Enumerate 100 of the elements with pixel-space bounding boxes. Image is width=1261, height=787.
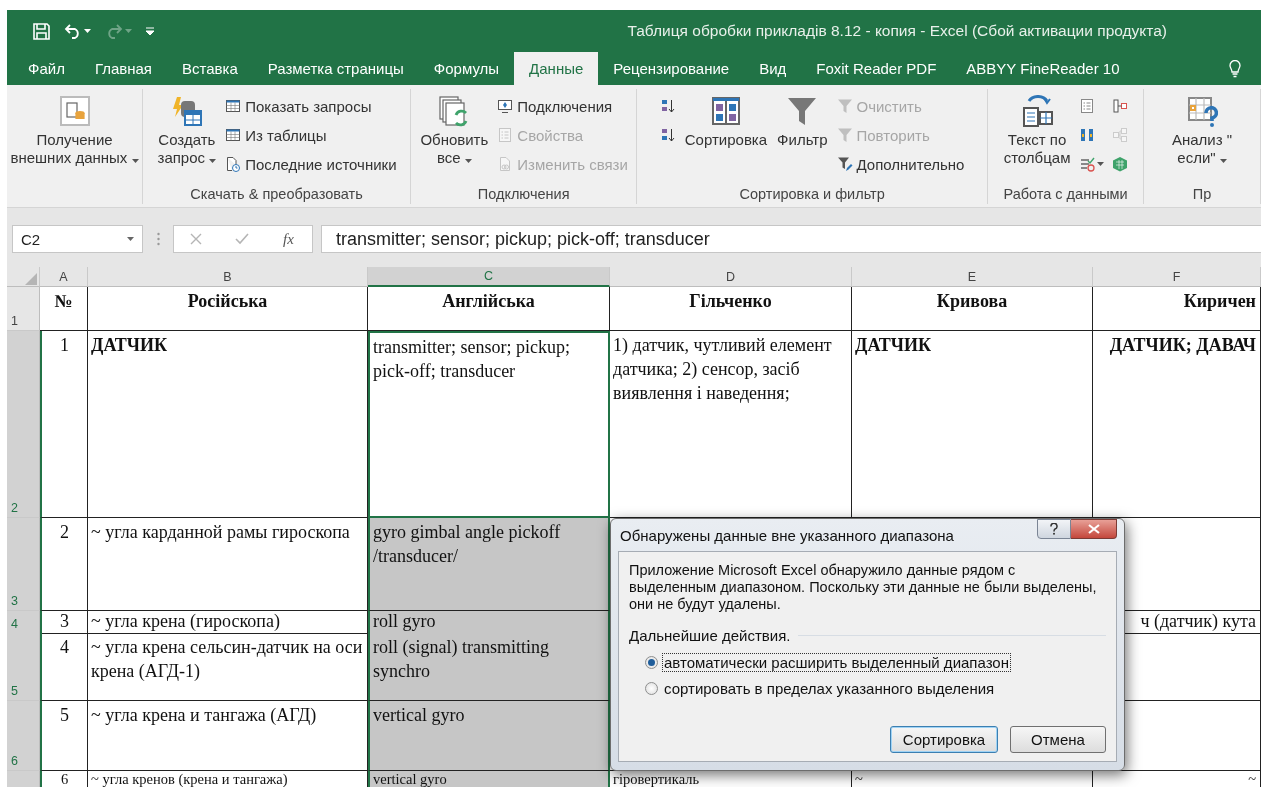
show-queries-button[interactable]: Показать запросы	[223, 93, 399, 119]
table-cell: Англійська	[368, 287, 610, 331]
table-icon	[225, 127, 242, 143]
ribbon-tab[interactable]: Формулы	[418, 52, 515, 85]
caret-icon	[125, 29, 132, 33]
filter-button[interactable]: Фильтр	[774, 93, 831, 151]
ribbon-tab[interactable]: Вставка	[167, 52, 253, 85]
group-label: Работа с данными	[1003, 186, 1128, 202]
column-header[interactable]: C	[368, 267, 610, 287]
data-model-icon	[1112, 156, 1129, 172]
caret-icon	[1097, 162, 1105, 166]
cancel-icon[interactable]	[190, 233, 203, 245]
column-header[interactable]: F	[1093, 267, 1261, 287]
row-header[interactable]: 3	[7, 518, 40, 611]
row-header[interactable]: 4	[7, 611, 40, 634]
ribbon-tab[interactable]: Данные	[514, 52, 599, 85]
help-button[interactable]	[1037, 519, 1071, 539]
customize-icon	[146, 26, 154, 36]
connections-button[interactable]: Подключения	[495, 93, 630, 119]
radio-button[interactable]	[645, 682, 658, 695]
ribbon-tab[interactable]: Вид	[744, 52, 802, 85]
close-button[interactable]	[1071, 519, 1117, 539]
grip-icon[interactable]	[156, 232, 160, 246]
row-header[interactable]: 6	[7, 701, 40, 771]
table-cell: roll (signal) transmitting synchro	[368, 633, 610, 701]
radio-option[interactable]: сортировать в пределах указанного выделения	[643, 678, 999, 699]
what-if-icon	[1186, 95, 1219, 127]
advanced-button[interactable]: Дополнительно	[834, 151, 967, 177]
table-cell: Киричен	[1093, 287, 1261, 331]
row-header[interactable]: 5	[7, 633, 40, 701]
table-cell: ДАТЧИК; ДАВАЧ	[1093, 331, 1261, 518]
text-to-columns-button[interactable]: Текст по столбцам	[1000, 93, 1074, 169]
sort-button[interactable]: Сортировка	[890, 726, 998, 753]
table-cell: roll gyro	[368, 611, 610, 634]
group-label: Подключения	[477, 186, 570, 202]
caret-icon	[127, 237, 134, 241]
caret-icon	[1219, 159, 1227, 163]
filter-icon	[786, 95, 819, 127]
column-header[interactable]: B	[88, 267, 368, 287]
ribbon-tab[interactable]: Файл	[13, 52, 80, 85]
table-cell: vertical gyro	[368, 701, 610, 771]
table-cell: vertical gyro	[368, 771, 610, 787]
column-header[interactable]: D	[610, 267, 852, 287]
database-icon	[58, 95, 91, 127]
table-cell: Російська	[88, 287, 368, 331]
insert-function-button[interactable]: fx	[280, 230, 296, 248]
window-title: Таблиця обробки прикладів 8.12 - копия - Excel (Сбой активации продукта)	[627, 22, 1167, 40]
ribbon-tab[interactable]: ABBYY FineReader 10	[951, 52, 1135, 85]
relationships-icon	[1112, 127, 1129, 143]
caret-icon	[131, 159, 139, 163]
ribbon-tab[interactable]: Главная	[79, 52, 167, 85]
get-data-button[interactable]: Получение внешних данных	[7, 93, 142, 169]
group-label: Пр	[1192, 186, 1212, 202]
name-box[interactable]: C2	[12, 225, 143, 253]
help-icon	[1050, 523, 1058, 535]
text-columns-icon	[1021, 95, 1054, 127]
table-cell: Гільченко	[610, 287, 852, 331]
ribbon-tab[interactable]: Рецензирование	[598, 52, 745, 85]
column-header[interactable]: A	[40, 267, 88, 287]
recent-sources-button[interactable]: Последние источники	[223, 151, 399, 177]
row-header[interactable]: 1	[7, 287, 40, 331]
sort-icon	[709, 95, 742, 127]
consolidate-icon	[1112, 98, 1129, 114]
formula-field[interactable]: transmitter; sensor; pickup; pick-off; transducer	[321, 225, 1261, 253]
column-header[interactable]: E	[852, 267, 1093, 287]
table-cell: transmitter; sensor; pickup; pick-off; transducer	[368, 331, 610, 518]
group-label: Сортировка и фильтр	[739, 186, 885, 202]
validation-icon	[1079, 156, 1096, 172]
caret-icon	[209, 159, 217, 163]
table-cell: ДАТЧИК	[88, 331, 368, 518]
from-table-button[interactable]: Из таблицы	[223, 122, 399, 148]
clock-icon	[225, 156, 242, 172]
new-query-button[interactable]: Создать запрос	[154, 93, 220, 169]
lightbulb-icon[interactable]	[1229, 59, 1241, 78]
ribbon-tab[interactable]: Foxit Reader PDF	[801, 52, 952, 85]
table-cell: Кривова	[852, 287, 1093, 331]
table-cell: 5	[40, 701, 88, 771]
check-icon[interactable]	[234, 233, 249, 245]
save-icon	[33, 22, 50, 40]
table-cell: №	[40, 287, 88, 331]
sort-button[interactable]: Сортировка	[681, 93, 771, 151]
dialog-title: Обнаружены данные вне указанного диапазона	[619, 526, 954, 544]
undo-icon	[64, 23, 82, 39]
advanced-filter-icon	[836, 156, 853, 172]
redo-icon	[105, 23, 123, 39]
table-cell: 1	[40, 331, 88, 518]
triangle-icon	[25, 273, 37, 285]
radio-button[interactable]	[645, 656, 658, 669]
refresh-all-button[interactable]: Обновить все	[417, 93, 492, 169]
dialog-message: Приложение Microsoft Excel обнаружило данные рядом с выделенным диапазоном. Поскольку эти данные не были выделены, они не будут удалены.	[629, 562, 1098, 613]
cancel-button[interactable]: Отмена	[1010, 726, 1106, 753]
what-if-button[interactable]: Анализ " если"	[1168, 93, 1236, 169]
table-cell: 3	[40, 611, 88, 634]
reapply-icon	[836, 127, 853, 143]
row-header[interactable]: 2	[7, 331, 40, 518]
sort-ascending-icon	[659, 98, 676, 114]
table-icon	[170, 95, 203, 127]
table-icon	[225, 98, 242, 114]
ribbon-tab[interactable]: Разметка страницы	[252, 52, 419, 85]
clear-filter-icon	[836, 98, 853, 114]
